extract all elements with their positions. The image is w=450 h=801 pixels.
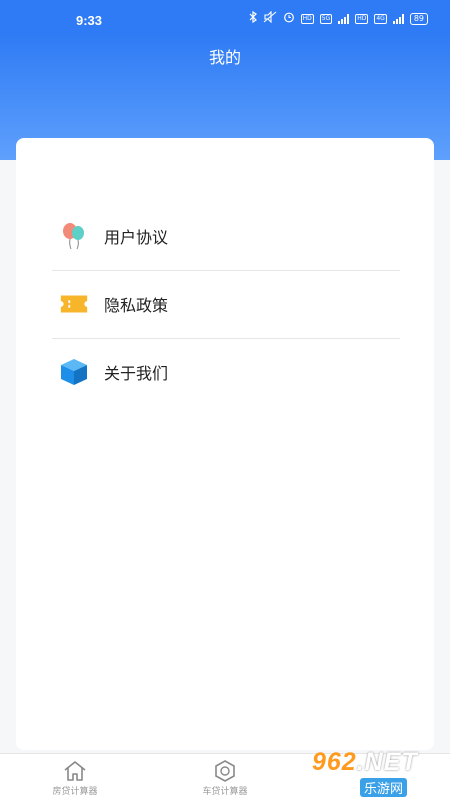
- signal-icon-2: [392, 13, 404, 24]
- home-icon: [62, 760, 88, 782]
- menu-card: 用户协议 隐私政策 关于我们: [16, 138, 434, 750]
- alarm-icon: [283, 11, 295, 26]
- hd-badge-2: HD: [355, 13, 369, 24]
- menu-item-label: 关于我们: [104, 364, 169, 383]
- bluetooth-icon: [249, 10, 257, 26]
- watermark-sub: 乐游网: [360, 778, 408, 797]
- menu-item-privacy-policy[interactable]: 隐私政策: [52, 270, 400, 339]
- tab-car-loan-calculator[interactable]: 车贷计算器: [150, 754, 300, 801]
- page-title: 我的: [208, 48, 241, 67]
- tab-mortgage-calculator[interactable]: 房贷计算器: [0, 754, 150, 801]
- status-icons: HD 5G HD 4G 89: [249, 10, 428, 26]
- tab-label: 车贷计算器: [202, 787, 248, 797]
- ticket-icon: [58, 288, 90, 320]
- watermark-brand: 962: [312, 748, 357, 776]
- signal-icon: [338, 13, 350, 24]
- status-bar: 9:33 HD 5G HD 4G 89: [0, 0, 450, 34]
- menu-item-about-us[interactable]: 关于我们: [52, 338, 400, 406]
- battery-indicator: 89: [409, 12, 428, 25]
- watermark-suffix: .NET: [356, 748, 418, 776]
- network-badge-5g: 5G: [319, 13, 333, 24]
- network-badge-4g: 4G: [374, 13, 387, 24]
- tab-label: 房贷计算器: [52, 787, 98, 797]
- car-icon: [212, 760, 238, 782]
- menu-item-user-agreement[interactable]: 用户协议: [52, 202, 400, 271]
- cube-icon: [58, 356, 90, 388]
- watermark-logo: 962.NET 乐游网: [312, 748, 448, 798]
- hd-badge: HD: [300, 13, 314, 24]
- status-time: 9:33: [76, 13, 103, 28]
- mute-icon: [263, 10, 277, 26]
- balloon-icon: [58, 220, 90, 252]
- menu-item-label: 用户协议: [104, 228, 169, 247]
- menu-item-label: 隐私政策: [104, 296, 169, 315]
